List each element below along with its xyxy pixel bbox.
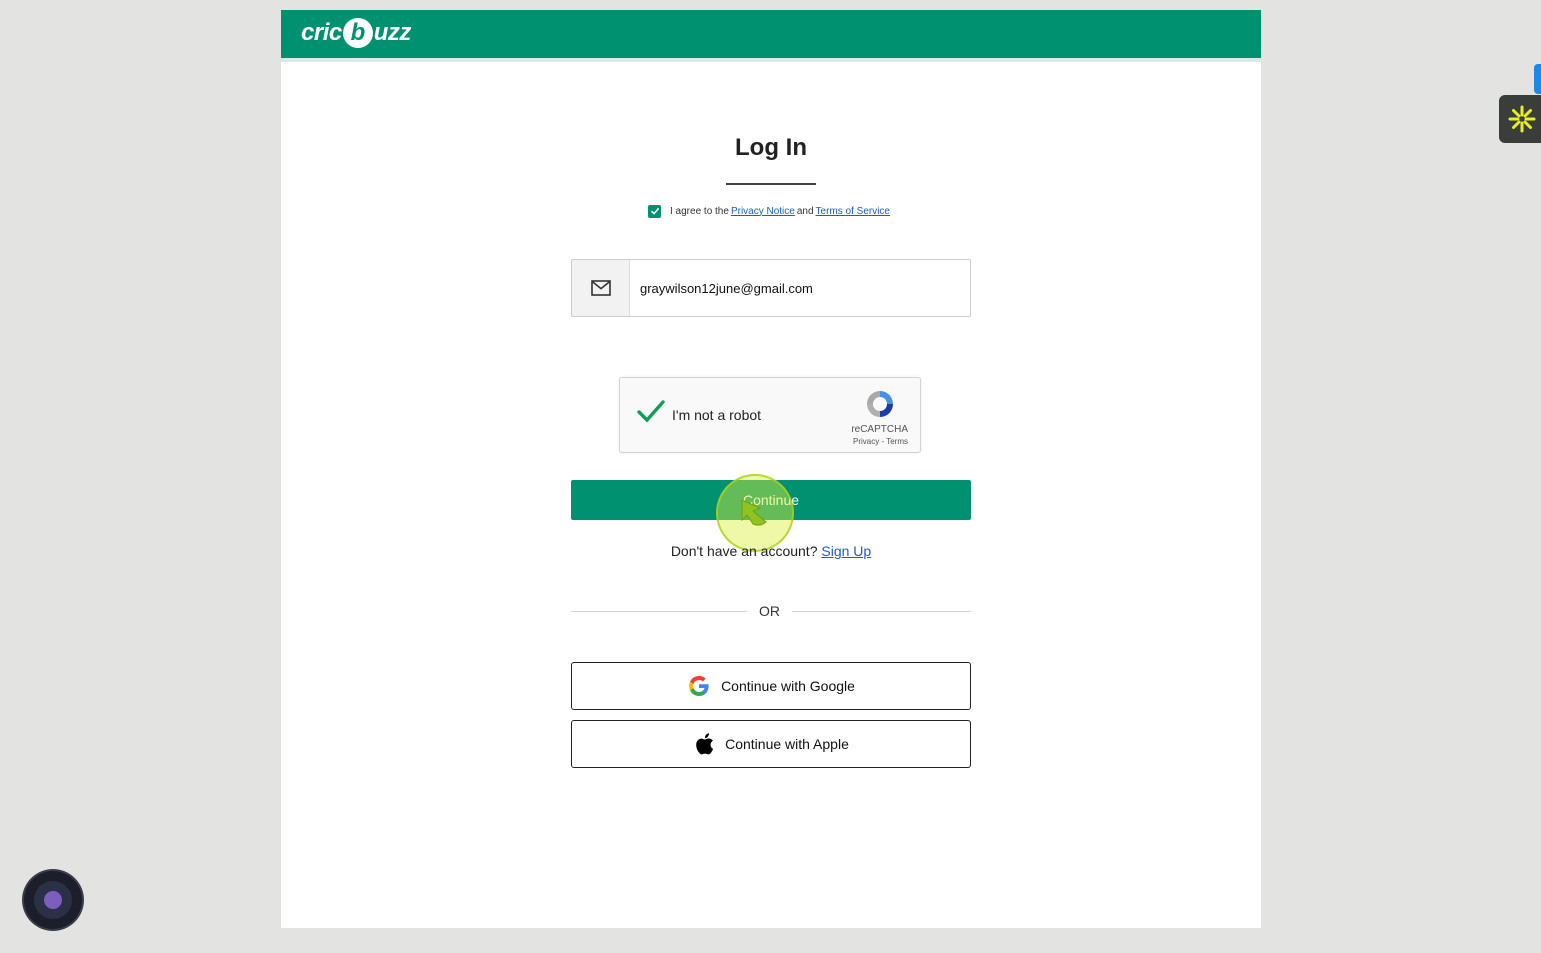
logo-ball: b <box>342 18 373 48</box>
site-header: cric b uzz <box>281 10 1261 58</box>
apple-button-label: Continue with Apple <box>725 736 849 752</box>
assistant-bubble-icon[interactable] <box>24 871 82 929</box>
page-title: Log In <box>735 134 807 161</box>
agree-row: I agree to the Privacy Notice and Terms … <box>648 203 892 219</box>
privacy-notice-link[interactable]: Privacy Notice <box>731 206 795 217</box>
bubble-dot <box>44 891 62 909</box>
login-card: Log In I agree to the Privacy Notice and… <box>281 62 1261 928</box>
or-divider: OR <box>571 602 971 620</box>
google-button-label: Continue with Google <box>721 678 855 694</box>
continue-with-apple-button[interactable]: Continue with Apple <box>571 720 971 768</box>
or-line-left <box>571 611 747 612</box>
extension-widget[interactable] <box>1499 95 1541 143</box>
extension-side-tab[interactable] <box>1534 64 1541 94</box>
recaptcha-widget: I'm not a robot reCAPTCHA Privacy - Term… <box>619 377 921 453</box>
no-account-text: Don't have an account? <box>670 543 818 559</box>
agree-checkbox[interactable] <box>648 204 661 218</box>
terms-of-service-link[interactable]: Terms of Service <box>816 206 890 217</box>
recaptcha-checkmark-icon[interactable] <box>636 396 666 426</box>
continue-with-google-button[interactable]: Continue with Google <box>571 662 971 710</box>
recaptcha-label: I'm not a robot <box>672 407 762 423</box>
agree-text: I agree to the <box>670 205 729 217</box>
sign-up-link[interactable]: Sign Up <box>821 543 871 559</box>
signup-row: Don't have an account? Sign Up <box>281 543 1261 559</box>
bubble-inner <box>34 881 72 919</box>
asterisk-icon <box>1508 105 1536 133</box>
or-line-right <box>792 611 971 612</box>
email-icon-box <box>572 260 630 316</box>
recaptcha-links[interactable]: Privacy - Terms <box>853 437 908 446</box>
logo-text-prefix: cric <box>301 19 342 46</box>
email-field <box>571 259 971 317</box>
google-icon <box>689 676 709 696</box>
title-underline <box>726 183 816 185</box>
apple-icon <box>696 733 714 755</box>
cursor-arrow-icon <box>741 499 767 526</box>
checkmark-icon <box>650 207 659 215</box>
and-text: and <box>796 205 814 217</box>
logo-text-suffix: uzz <box>373 19 412 46</box>
email-input[interactable] <box>630 260 970 316</box>
recaptcha-logo-icon <box>867 391 893 417</box>
mail-icon <box>590 280 611 296</box>
cricbuzz-logo[interactable]: cric b uzz <box>301 16 411 50</box>
recaptcha-brand: reCAPTCHA <box>851 424 908 435</box>
or-text: OR <box>759 603 780 619</box>
